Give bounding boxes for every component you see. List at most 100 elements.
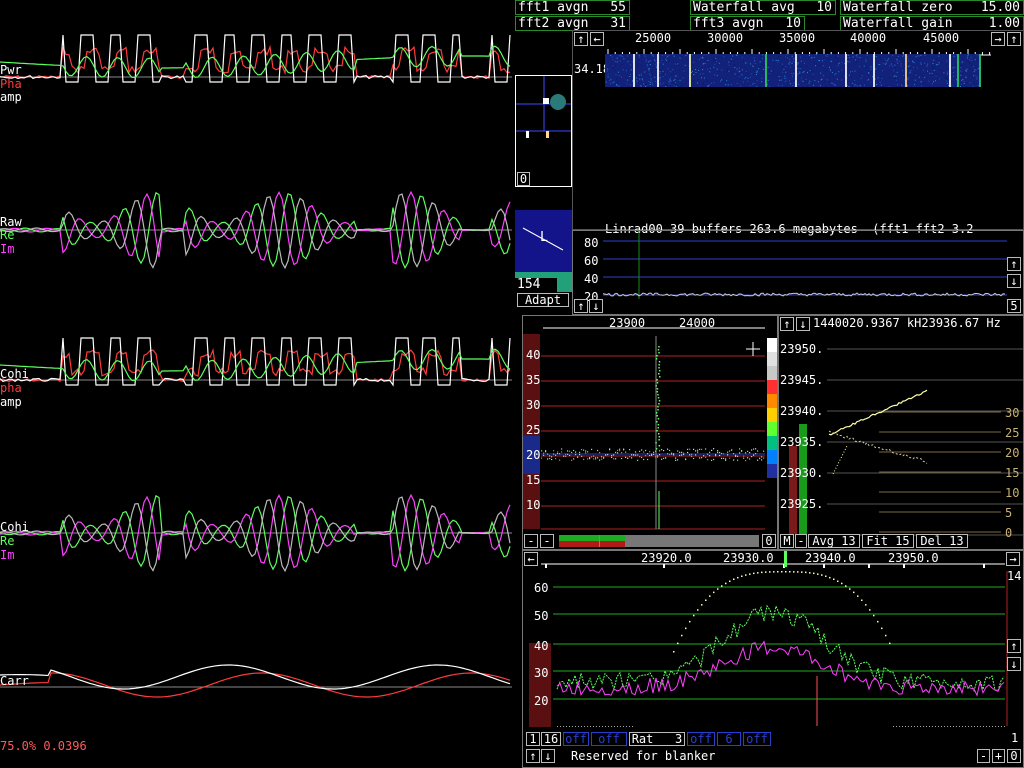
afc-down[interactable]: ↓	[796, 317, 810, 331]
bb-y-30: 30	[526, 398, 541, 412]
polar-display[interactable]: L 154 Adapt	[515, 210, 572, 308]
polar-count-bar	[557, 278, 572, 292]
hr-down-right[interactable]: ↓	[1007, 657, 1021, 671]
waterfall-right-button[interactable]: →	[991, 32, 1005, 46]
adapt-button[interactable]: Adapt	[517, 293, 569, 307]
baseband-panel[interactable]: 23900 24000 40 35 30 25 20 15 10 - - 0	[522, 315, 778, 550]
hr-tick-0: 23920.0	[641, 551, 692, 565]
hires-left[interactable]: ←	[524, 552, 538, 566]
trace-label-pha-2: pha	[0, 381, 22, 395]
waterfall-panel[interactable]: ↑ ← → ↑ 25000 30000 35000 40000 45000 34…	[572, 30, 1024, 235]
status-readout: 75.0% 0.0396	[0, 739, 87, 753]
hr-y-40: 40	[534, 639, 549, 653]
waterfall-avg-box[interactable]: Waterfall avg 10	[690, 0, 836, 15]
bb-tick-0: 23900	[609, 316, 646, 330]
hr-up-right[interactable]: ↑	[1007, 639, 1021, 653]
hr-zero[interactable]: 0	[1007, 749, 1021, 763]
hr-right-bottom: 1	[1011, 731, 1019, 745]
trace-label-im-2: Im	[0, 548, 15, 562]
hr-minus[interactable]: -	[977, 749, 990, 763]
afc-del-button[interactable]: Del 13	[916, 534, 968, 548]
hr-tick-2: 23940.0	[805, 551, 856, 565]
wf-tick-3: 40000	[850, 31, 887, 45]
hr-up[interactable]: ↑	[526, 749, 540, 763]
bb-zero-button[interactable]: 0	[762, 534, 776, 548]
afc-m-button[interactable]: M	[780, 534, 794, 548]
hr-btn-6[interactable]: 6	[717, 732, 741, 746]
polar-label: L	[540, 230, 548, 245]
afc-y-4: 23930.	[780, 466, 824, 480]
bb-gain-slider[interactable]	[559, 535, 759, 547]
trace-label-carr: Carr	[0, 674, 29, 688]
hr-btn-rat[interactable]: Rat 3	[629, 732, 685, 746]
waterfall-left-button[interactable]: ←	[590, 32, 604, 46]
hr-plus[interactable]: +	[992, 749, 1005, 763]
bb-minus-1[interactable]: -	[524, 534, 538, 548]
hr-btn-off-3[interactable]: off	[687, 732, 715, 746]
fft1-avgn-label: fft1 avgn	[518, 0, 589, 15]
trace-label-raw: Raw	[0, 215, 22, 229]
hr-tick-1: 23930.0	[723, 551, 774, 565]
waterfall-zero-box[interactable]: Waterfall zero 15.00	[840, 0, 1024, 15]
afc-r-30: 30	[1005, 406, 1020, 420]
waterfall-zero-value: 15.00	[980, 0, 1020, 15]
waterfall-gain-label: Waterfall gain	[843, 16, 953, 31]
small-spec-up-right[interactable]: ↑	[1007, 257, 1021, 271]
waterfall-up-button-2[interactable]: ↑	[1007, 32, 1021, 46]
fft3-avgn-label: fft3 avgn	[693, 16, 764, 31]
baseband-graph	[523, 327, 777, 530]
pol-display[interactable]: 0	[515, 75, 572, 187]
trace-label-amp-2: amp	[0, 395, 22, 409]
afc-r-0: 0	[1005, 526, 1013, 540]
small-spec-down-right[interactable]: ↓	[1007, 274, 1021, 288]
hr-btn-off-2[interactable]: off	[591, 732, 627, 746]
full-spectrum-graph	[602, 231, 1007, 299]
afc-r-10: 10	[1005, 486, 1020, 500]
afc-fit-button[interactable]: Fit 15	[862, 534, 914, 548]
afc-r-5: 5	[1005, 506, 1013, 520]
hr-btn-off-1[interactable]: off	[563, 732, 589, 746]
hires-spectrum-panel[interactable]: ← → 23920.0 23930.0 23940.0 23950.0 60 5…	[522, 550, 1024, 768]
bb-minus-2[interactable]: -	[540, 534, 554, 548]
fft2-avgn-box[interactable]: fft2 avgn 31	[515, 16, 630, 31]
hr-y-50: 50	[534, 609, 549, 623]
afc-y-5: 23925.	[780, 497, 824, 511]
small-spec-value[interactable]: 5	[1007, 299, 1021, 313]
fft2-avgn-value: 31	[610, 16, 626, 31]
trace-label-re: Re	[0, 228, 15, 242]
small-spec-up[interactable]: ↑	[574, 299, 588, 313]
waterfall-avg-label: Waterfall avg	[693, 0, 795, 15]
small-spec-y-40: 40	[584, 272, 599, 286]
hr-btn-off-4[interactable]: off	[743, 732, 771, 746]
pol-zero-button[interactable]: 0	[517, 172, 530, 186]
wf-tick-4: 45000	[923, 31, 960, 45]
waterfall-image	[605, 54, 981, 87]
bb-y-10: 10	[526, 498, 541, 512]
wf-tick-1: 30000	[707, 31, 744, 45]
full-spectrum-panel[interactable]: 80 60 40 20 ↑ ↓ ↑ ↓ 5	[572, 230, 1024, 315]
small-spec-down[interactable]: ↓	[589, 299, 603, 313]
bb-y-15: 15	[526, 473, 541, 487]
fft1-avgn-box[interactable]: fft1 avgn 55	[515, 0, 630, 15]
afc-avg-button[interactable]: Avg 13	[808, 534, 860, 548]
trace-label-im: Im	[0, 242, 15, 256]
afc-up[interactable]: ↑	[780, 317, 794, 331]
afc-y-3: 23935.	[780, 435, 824, 449]
hires-right[interactable]: →	[1006, 552, 1020, 566]
trace-label-cohi-2: Cohi	[0, 520, 29, 534]
hr-btn-1[interactable]: 1	[526, 732, 540, 746]
waterfall-gain-box[interactable]: Waterfall gain 1.00	[840, 16, 1024, 31]
waterfall-avg-value: 10	[816, 0, 832, 15]
bb-tick-1: 24000	[679, 316, 716, 330]
afc-minus-button[interactable]: -	[795, 534, 807, 548]
hr-btn-16[interactable]: 16	[541, 732, 561, 746]
afc-y-0: 23950.	[780, 342, 824, 356]
bb-y-35: 35	[526, 373, 541, 387]
trace-label-cohi-1: Cohi	[0, 367, 29, 381]
afc-readout: 1440020.9367 kH23936.67 Hz	[813, 316, 1001, 330]
fft3-avgn-box[interactable]: fft3 avgn 10	[690, 16, 805, 31]
hr-down[interactable]: ↓	[541, 749, 555, 763]
afc-panel[interactable]: ↑ ↓ 1440020.9367 kH23936.67 Hz 23950. 23…	[778, 315, 1024, 550]
waterfall-up-button[interactable]: ↑	[574, 32, 588, 46]
fft2-avgn-label: fft2 avgn	[518, 16, 589, 31]
